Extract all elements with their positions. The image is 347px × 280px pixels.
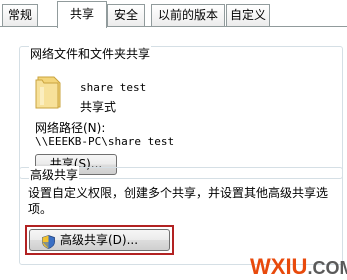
advanced-sharing-button-label: 高级共享(D)... [60,233,139,247]
folder-name: share test [80,81,147,94]
tab-security-label: 安全 [113,8,138,22]
network-path-value: \\EEEKB-PC\share test [35,135,175,148]
advanced-sharing-title: 高级共享 [29,166,80,183]
watermark-part1: WXIU [250,254,308,279]
advanced-sharing-description-line1: 设置自定义权限，创建多个共享，并设置其他高级共享选 [28,186,329,200]
advanced-sharing-button[interactable]: 高级共享(D)... [29,229,170,251]
watermark-part2: .COM [307,258,347,278]
tab-customize-label: 自定义 [229,8,266,22]
sharing-panel: 网络文件和文件夹共享 share test 共享式 网络路径(N): \\EEE… [0,27,347,279]
network-sharing-group: 网络文件和文件夹共享 share test 共享式 网络路径(N): \\EEE… [19,45,343,179]
network-path-label: 网络路径(N): [35,121,106,135]
tab-general-label: 常规 [7,8,32,22]
folder-icon [35,76,61,109]
tab-sharing[interactable]: 共享 [57,1,107,28]
watermark: WXIU.COM [250,254,347,280]
shield-icon [42,235,55,249]
advanced-sharing-group: 高级共享 设置自定义权限，创建多个共享，并设置其他高级共享选 项。 高级共享(D… [19,166,343,265]
share-status: 共享式 [80,100,117,114]
network-sharing-title: 网络文件和文件夹共享 [29,45,152,62]
tab-customize[interactable]: 自定义 [226,4,270,26]
advanced-sharing-description-line2: 项。 [28,202,53,216]
tab-general[interactable]: 常规 [2,4,38,26]
tab-previous-versions[interactable]: 以前的版本 [151,4,225,26]
tab-security[interactable]: 安全 [107,4,145,26]
tab-sharing-label: 共享 [69,7,94,21]
tab-previous-versions-label: 以前的版本 [157,8,218,22]
tab-bar: 常规 共享 安全 以前的版本 自定义 [0,0,347,28]
